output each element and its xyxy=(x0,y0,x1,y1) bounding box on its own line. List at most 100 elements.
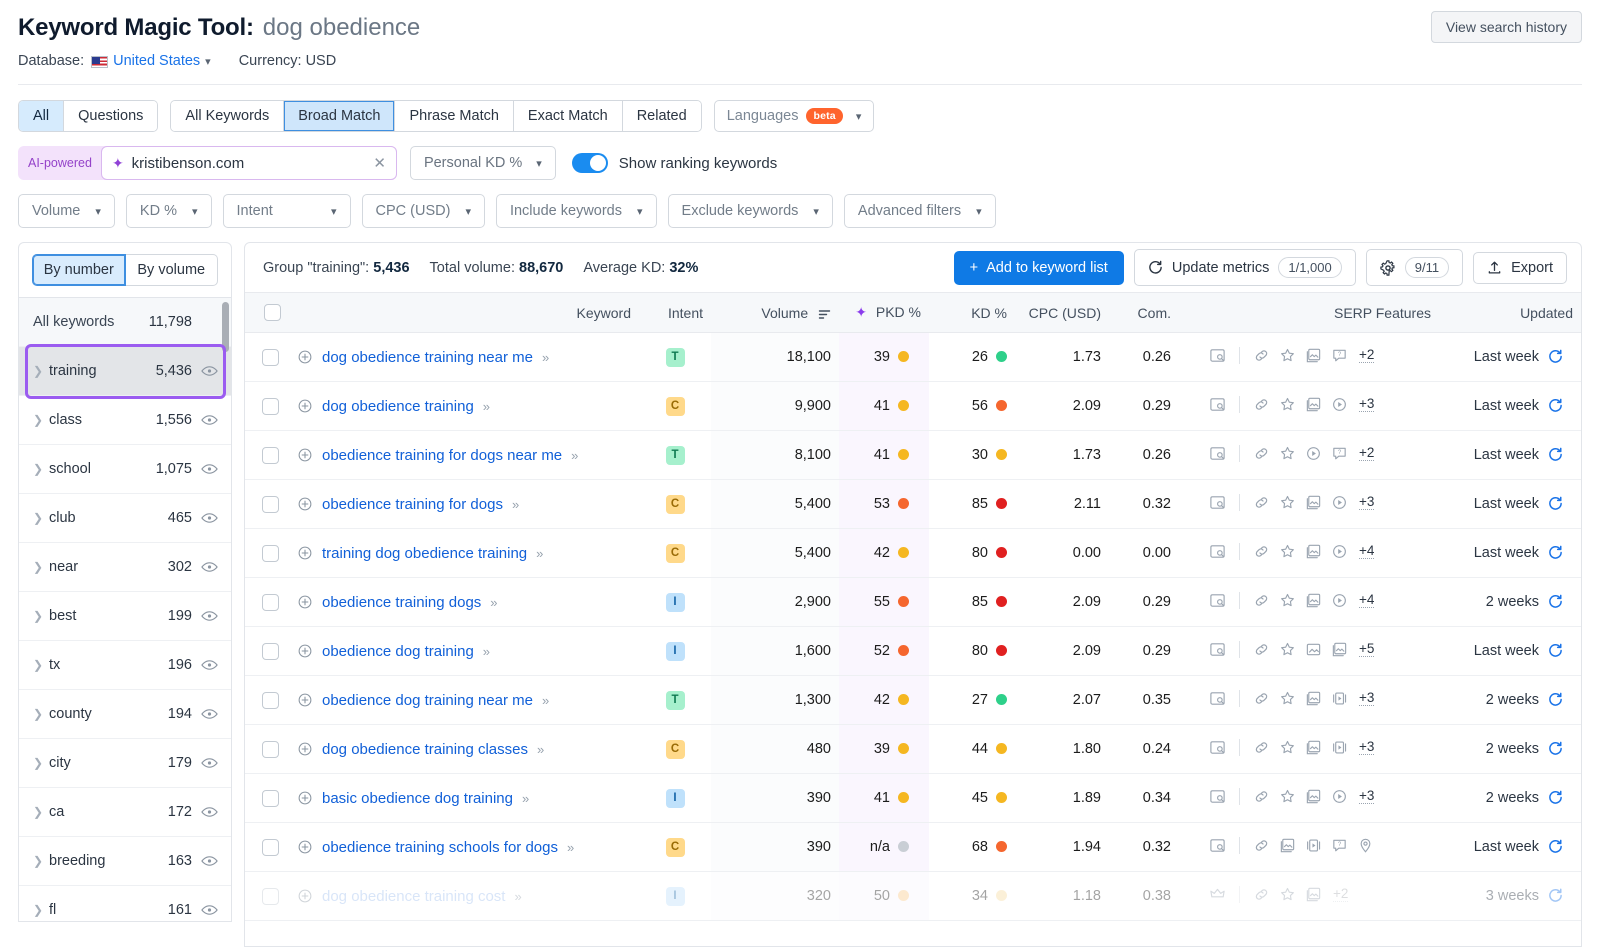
tab-exact-match[interactable]: Exact Match xyxy=(514,101,623,131)
filter-exclude-keywords[interactable]: Exclude keywords ▾ xyxy=(668,194,833,228)
chevron-down-icon[interactable]: ▾ xyxy=(205,55,211,68)
featured-snippet-icon[interactable] xyxy=(1209,690,1226,707)
row-checkbox[interactable] xyxy=(262,888,279,905)
chevron-right-icon[interactable]: ❯ xyxy=(33,658,49,672)
add-keyword-icon[interactable] xyxy=(297,790,313,806)
keyword-link[interactable]: training dog obedience training xyxy=(322,545,527,562)
sidebar-item-class[interactable]: ❯class1,556 xyxy=(19,396,231,445)
serp-more-count[interactable]: +2 xyxy=(1359,347,1374,363)
sitelinks-icon[interactable] xyxy=(1253,592,1270,609)
sitelinks-icon[interactable] xyxy=(1253,543,1270,560)
top-ads-icon[interactable] xyxy=(1209,886,1226,903)
sidebar-item-school[interactable]: ❯school1,075 xyxy=(19,445,231,494)
table-row[interactable]: basic obedience dog training»I39041451.8… xyxy=(245,774,1581,823)
row-checkbox[interactable] xyxy=(262,790,279,807)
faq-icon[interactable]: ? xyxy=(1331,347,1348,364)
featured-snippet-icon[interactable] xyxy=(1209,494,1226,511)
featured-snippet-icon[interactable] xyxy=(1209,445,1226,462)
languages-dropdown[interactable]: Languages beta ▾ xyxy=(714,100,875,132)
tab-related[interactable]: Related xyxy=(623,101,701,131)
row-checkbox[interactable] xyxy=(262,349,279,366)
reviews-icon[interactable] xyxy=(1279,347,1296,364)
sidebar-item-training[interactable]: ❯training5,436 xyxy=(19,347,231,396)
refresh-icon[interactable] xyxy=(1548,790,1563,805)
video-carousel-icon[interactable] xyxy=(1305,837,1322,854)
reviews-icon[interactable] xyxy=(1279,396,1296,413)
view-search-history-button[interactable]: View search history xyxy=(1431,11,1582,43)
keyword-link[interactable]: obedience training dogs xyxy=(322,594,481,611)
chevron-right-icon[interactable]: ❯ xyxy=(33,560,49,574)
image-icon[interactable] xyxy=(1305,641,1322,658)
row-checkbox[interactable] xyxy=(262,839,279,856)
chevron-double-right-icon[interactable]: » xyxy=(490,595,495,610)
table-row[interactable]: obedience dog training near me»T1,300422… xyxy=(245,676,1581,725)
tab-all[interactable]: All xyxy=(19,101,64,131)
chevron-right-icon[interactable]: ❯ xyxy=(33,854,49,868)
row-checkbox[interactable] xyxy=(262,643,279,660)
reviews-icon[interactable] xyxy=(1279,445,1296,462)
sidebar-item-county[interactable]: ❯county194 xyxy=(19,690,231,739)
serp-more-count[interactable]: +2 xyxy=(1359,445,1374,461)
header-updated[interactable]: Updated xyxy=(1439,293,1581,333)
keyword-link[interactable]: dog obedience training near me xyxy=(322,349,533,366)
row-checkbox[interactable] xyxy=(262,545,279,562)
eye-icon[interactable] xyxy=(201,659,218,671)
domain-input[interactable]: kristibenson.com xyxy=(132,155,366,172)
image-pack-icon[interactable] xyxy=(1305,396,1322,413)
chevron-double-right-icon[interactable]: » xyxy=(522,791,527,806)
keyword-link[interactable]: obedience training for dogs near me xyxy=(322,447,562,464)
featured-snippet-icon[interactable] xyxy=(1209,543,1226,560)
reviews-icon[interactable] xyxy=(1279,690,1296,707)
clear-domain-icon[interactable]: ✕ xyxy=(373,154,386,172)
table-row[interactable]: dog obedience training cost»I32050341.18… xyxy=(245,872,1581,921)
serp-more-count[interactable]: +3 xyxy=(1359,690,1374,706)
chevron-double-right-icon[interactable]: » xyxy=(567,840,572,855)
chevron-double-right-icon[interactable]: » xyxy=(542,693,547,708)
faq-icon[interactable]: ? xyxy=(1331,837,1348,854)
row-checkbox[interactable] xyxy=(262,447,279,464)
refresh-icon[interactable] xyxy=(1548,839,1563,854)
add-keyword-icon[interactable] xyxy=(297,594,313,610)
sitelinks-icon[interactable] xyxy=(1253,494,1270,511)
sitelinks-icon[interactable] xyxy=(1253,396,1270,413)
personal-kd-dropdown[interactable]: Personal KD % ▾ xyxy=(410,146,556,180)
sidebar-item-all-keywords[interactable]: All keywords 11,798 xyxy=(19,298,231,347)
update-metrics-button[interactable]: Update metrics 1/1,000 xyxy=(1134,249,1356,286)
domain-input-wrapper[interactable]: ✦ kristibenson.com ✕ xyxy=(101,146,397,180)
eye-icon[interactable] xyxy=(201,610,218,622)
image-pack-icon[interactable] xyxy=(1305,690,1322,707)
sidebar-item-breeding[interactable]: ❯breeding163 xyxy=(19,837,231,886)
video-icon[interactable] xyxy=(1331,494,1348,511)
refresh-icon[interactable] xyxy=(1548,594,1563,609)
add-keyword-icon[interactable] xyxy=(297,643,313,659)
image-pack-icon[interactable] xyxy=(1305,592,1322,609)
sitelinks-icon[interactable] xyxy=(1253,641,1270,658)
eye-icon[interactable] xyxy=(201,757,218,769)
sitelinks-icon[interactable] xyxy=(1253,788,1270,805)
intent-badge[interactable]: T xyxy=(666,691,685,710)
refresh-icon[interactable] xyxy=(1548,888,1563,903)
eye-icon[interactable] xyxy=(201,904,218,916)
sort-by-volume-button[interactable]: By volume xyxy=(126,254,219,286)
video-icon[interactable] xyxy=(1331,788,1348,805)
chevron-double-right-icon[interactable]: » xyxy=(542,350,547,365)
header-keyword[interactable]: Keyword xyxy=(289,293,639,333)
filter-cpc[interactable]: CPC (USD) ▾ xyxy=(362,194,485,228)
row-checkbox[interactable] xyxy=(262,741,279,758)
filter-include-keywords[interactable]: Include keywords ▾ xyxy=(496,194,657,228)
sidebar-item-ca[interactable]: ❯ca172 xyxy=(19,788,231,837)
intent-badge[interactable]: C xyxy=(666,495,685,514)
featured-snippet-icon[interactable] xyxy=(1209,788,1226,805)
refresh-icon[interactable] xyxy=(1548,643,1563,658)
sitelinks-icon[interactable] xyxy=(1253,445,1270,462)
table-row[interactable]: dog obedience training»C9,90041562.090.2… xyxy=(245,382,1581,431)
serp-more-count[interactable]: +3 xyxy=(1359,494,1374,510)
keyword-link[interactable]: obedience training for dogs xyxy=(322,496,503,513)
chevron-double-right-icon[interactable]: » xyxy=(483,399,488,414)
faq-icon[interactable]: ? xyxy=(1331,445,1348,462)
image-pack-icon[interactable] xyxy=(1305,494,1322,511)
featured-snippet-icon[interactable] xyxy=(1209,592,1226,609)
eye-icon[interactable] xyxy=(201,561,218,573)
tab-phrase-match[interactable]: Phrase Match xyxy=(395,101,513,131)
reviews-icon[interactable] xyxy=(1279,788,1296,805)
